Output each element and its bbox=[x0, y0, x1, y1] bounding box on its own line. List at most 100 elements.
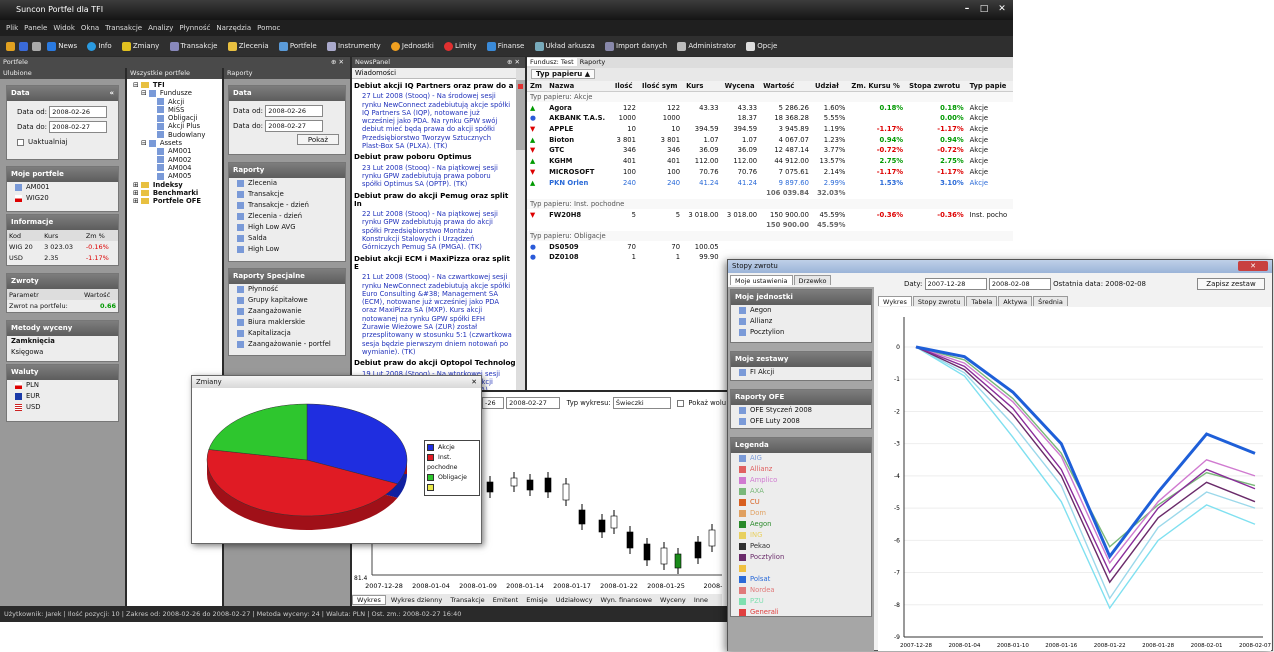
candle[interactable] bbox=[510, 477, 518, 487]
tab-drzewko[interactable]: Drzewko bbox=[793, 275, 832, 285]
legend-item[interactable]: AIG bbox=[731, 453, 871, 464]
toolbar-finanse[interactable]: Finanse bbox=[486, 41, 529, 51]
candle[interactable] bbox=[598, 519, 606, 533]
menu-plynnosc[interactable]: Płynność bbox=[179, 24, 210, 32]
legend-item[interactable]: Aegon bbox=[731, 519, 871, 530]
raport-transakcje[interactable]: Transakcje bbox=[229, 189, 345, 200]
col-header[interactable]: Zm bbox=[527, 81, 547, 93]
col-header[interactable]: Zm. Kursu % bbox=[848, 81, 907, 93]
raport-transakcje-dzien[interactable]: Transakcje - dzień bbox=[229, 200, 345, 211]
tree-akcji[interactable]: Akcji bbox=[133, 98, 222, 106]
raport-zaangazowanie-portfel[interactable]: Zaangażowanie - portfel bbox=[229, 339, 345, 350]
col-header[interactable]: Wycena bbox=[721, 81, 761, 93]
pin-close-icon[interactable]: ⊕ ✕ bbox=[331, 57, 344, 68]
tree-tfi[interactable]: ⊟ TFI bbox=[133, 81, 222, 89]
toolbar-opcje[interactable]: Opcje bbox=[746, 41, 781, 51]
tab-raporty[interactable]: Raporty bbox=[577, 58, 609, 66]
pokaz-button[interactable]: Pokaż bbox=[296, 134, 339, 145]
legend-item[interactable]: Pocztylion bbox=[731, 552, 871, 563]
tab-transakcje[interactable]: Transakcje bbox=[447, 596, 487, 604]
col-header[interactable]: Typ papie bbox=[966, 81, 1013, 93]
col-header[interactable]: Ilość bbox=[611, 81, 639, 93]
tree-akcji-plus[interactable]: Akcji Plus bbox=[133, 122, 222, 130]
tree-indeksy[interactable]: ⊞ Indeksy bbox=[133, 181, 222, 189]
table-row[interactable]: ▲ Agora 122 122 43.33 43.33 5 286.26 1.60% 0.18%… bbox=[527, 102, 1013, 113]
raport-plynnosc[interactable]: Płynność bbox=[229, 284, 345, 295]
table-row[interactable]: ▼ GTC 346 346 36.09 36.09 12 487.14 3.77% -0.72%… bbox=[527, 145, 1013, 156]
close-button[interactable]: ✕ bbox=[1238, 261, 1268, 271]
news-headline[interactable]: Debiut praw do akcji Pemug oraz split In bbox=[354, 191, 516, 209]
table-row[interactable]: ▼ MICROSOFT 100 100 70.76 70.76 7 075.61 2.14% -… bbox=[527, 167, 1013, 178]
tree-am004[interactable]: AM004 bbox=[133, 164, 222, 172]
menu-plik[interactable]: Plik bbox=[6, 24, 18, 32]
jednostka-aegon[interactable]: Aegon bbox=[731, 305, 871, 316]
tree-fundusze[interactable]: ⊟ Fundusze bbox=[133, 89, 222, 97]
stopy-date-to[interactable]: 2008-02-08 bbox=[988, 278, 1051, 290]
jednostka-pocztylion[interactable]: Pocztylion bbox=[731, 327, 871, 338]
toolbar-transakcje[interactable]: Transakcje bbox=[169, 41, 222, 51]
series-line[interactable] bbox=[915, 346, 1256, 574]
typ-wykresu-select[interactable]: Świeczki bbox=[612, 397, 671, 409]
legend-item[interactable]: Polsat bbox=[731, 574, 871, 585]
candle[interactable] bbox=[526, 479, 534, 491]
menu-transakcje[interactable]: Transakcje bbox=[105, 24, 142, 32]
news-scrollbar[interactable] bbox=[516, 68, 525, 390]
menu-panele[interactable]: Panele bbox=[24, 24, 47, 32]
zestaw-fi-akcji[interactable]: FI Akcji bbox=[731, 367, 871, 378]
series-line[interactable] bbox=[915, 346, 1256, 548]
metoda-zamkniecia[interactable]: Zamknięcia bbox=[7, 336, 118, 347]
tree-am005[interactable]: AM005 bbox=[133, 172, 222, 180]
col-header[interactable]: Wartość bbox=[760, 81, 812, 93]
series-line[interactable] bbox=[915, 346, 1256, 610]
tree-obligacji[interactable]: Obligacji bbox=[133, 114, 222, 122]
wykres-date-from[interactable]: -26 bbox=[482, 397, 504, 409]
raport-salda[interactable]: Salda bbox=[229, 233, 345, 244]
table-row[interactable]: ▲ PKN Orlen 240 240 41.24 41.24 9 897.60 2.99% 1… bbox=[527, 177, 1013, 188]
candle[interactable] bbox=[486, 481, 494, 493]
menu-okna[interactable]: Okna bbox=[81, 24, 99, 32]
table-row[interactable]: ▲ Bioton 3 801 3 801 1.07 1.07 4 067.07 1.23% 0.… bbox=[527, 134, 1013, 145]
candle[interactable] bbox=[674, 553, 682, 569]
tab-srednia[interactable]: Średnia bbox=[1033, 296, 1068, 306]
tree-am001[interactable]: AM001 bbox=[133, 147, 222, 155]
tree-ofe[interactable]: ⊞ Portfele OFE bbox=[133, 197, 222, 205]
legend-item[interactable]: AXA bbox=[731, 486, 871, 497]
raport-zlecenia[interactable]: Zlecenia bbox=[229, 178, 345, 189]
tab-wykres[interactable]: Wykres bbox=[352, 595, 386, 605]
tree-assets[interactable]: ⊟ Assets bbox=[133, 139, 222, 147]
raport-zaangazowanie[interactable]: Zaangażowanie bbox=[229, 306, 345, 317]
raport-high-low[interactable]: High Low bbox=[229, 244, 345, 255]
open-icon[interactable] bbox=[6, 41, 15, 51]
stopy-date-from[interactable]: 2007-12-28 bbox=[924, 278, 987, 290]
toolbar-zmiany[interactable]: Zmiany bbox=[121, 41, 163, 51]
tab-udzialowcy[interactable]: Udziałowcy bbox=[553, 596, 596, 604]
candle[interactable] bbox=[610, 515, 618, 529]
legend-item[interactable]: Generali bbox=[731, 607, 871, 618]
table-row[interactable]: ▲ KGHM 401 401 112.00 112.00 44 912.00 13.57% 2.… bbox=[527, 156, 1013, 167]
save-icon[interactable] bbox=[19, 41, 28, 51]
col-header[interactable]: Stopa zwrotu bbox=[906, 81, 967, 93]
col-header[interactable]: Ilość sym bbox=[638, 81, 684, 93]
table-row[interactable]: ▼ APPLE 10 10 394.59 394.59 3 945.89 1.19% -1.17… bbox=[527, 124, 1013, 135]
toolbar-info[interactable]: Info bbox=[87, 41, 115, 51]
candle[interactable] bbox=[562, 483, 570, 501]
candle[interactable] bbox=[694, 541, 702, 559]
portfolio-wig20[interactable]: WIG20 bbox=[7, 193, 118, 204]
table-row[interactable]: Zwrot na portfelu: 0.66 bbox=[7, 300, 118, 311]
ofe-luty[interactable]: OFE Luty 2008 bbox=[731, 416, 871, 427]
toolbar-uklad[interactable]: Układ arkusza bbox=[534, 41, 599, 51]
menu-widok[interactable]: Widok bbox=[53, 24, 75, 32]
wykres-date-to[interactable]: 2008-02-27 bbox=[506, 397, 561, 409]
tab-wyn-finansowe[interactable]: Wyn. finansowe bbox=[598, 596, 655, 604]
legend-item[interactable] bbox=[731, 563, 871, 574]
table-row[interactable]: ▼ FW20H8 5 5 3 018.00 3 018.00 150 900.00 45.59… bbox=[527, 209, 1013, 220]
waluta-usd[interactable]: USD bbox=[7, 402, 118, 413]
toolbar-portfele[interactable]: Portfele bbox=[278, 41, 321, 51]
metoda-ksiegowa[interactable]: Księgowa bbox=[7, 347, 118, 358]
tab-wyceny[interactable]: Wyceny bbox=[657, 596, 689, 604]
print-icon[interactable] bbox=[32, 41, 41, 51]
collapse-icon[interactable]: « bbox=[109, 86, 114, 101]
toolbar-instrumenty[interactable]: Instrumenty bbox=[326, 41, 385, 51]
legend-item[interactable]: ING bbox=[731, 530, 871, 541]
raport-biura[interactable]: Biura maklerskie bbox=[229, 317, 345, 328]
